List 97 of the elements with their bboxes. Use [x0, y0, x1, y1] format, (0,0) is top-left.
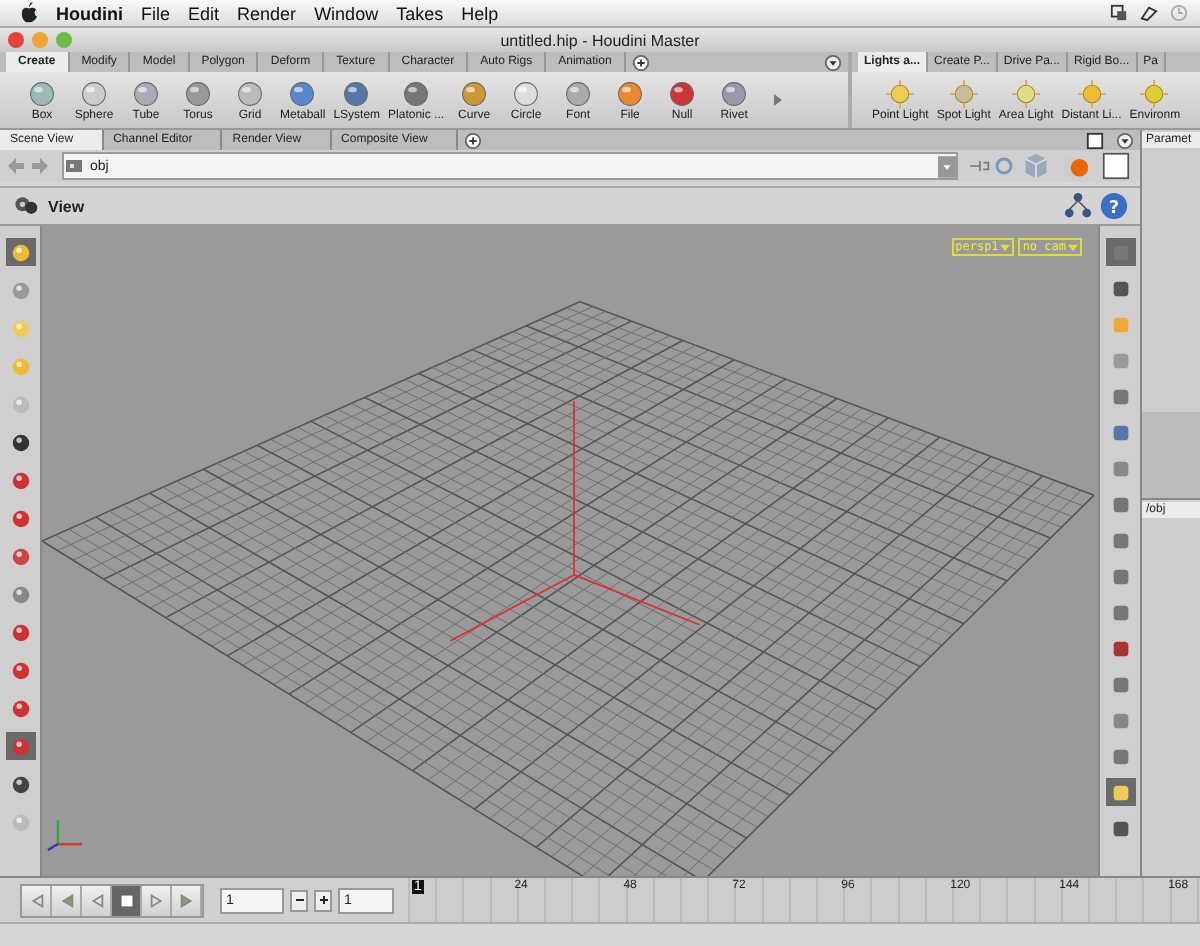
- menu-item[interactable]: Render: [237, 3, 297, 23]
- tool-icon: [1109, 709, 1131, 731]
- tool-icon: [1109, 313, 1131, 335]
- caret-icon: [1000, 243, 1011, 251]
- tool-icon: [9, 241, 31, 263]
- tool-icon: [9, 659, 31, 681]
- tool-icon: [1109, 601, 1131, 623]
- tool-icon: [184, 79, 212, 107]
- tool-icon: [9, 355, 31, 377]
- tool-icon: [9, 621, 31, 643]
- zoom-button[interactable]: [56, 32, 72, 48]
- playback-button[interactable]: [22, 885, 52, 915]
- tool-icon: [1109, 421, 1131, 443]
- menu-item[interactable]: Edit: [188, 3, 220, 23]
- tool-icon: [9, 811, 31, 833]
- dropdown-icon[interactable]: [824, 53, 842, 71]
- tool-icon: [9, 773, 31, 795]
- tool-icon: [720, 79, 749, 107]
- menu-item[interactable]: File: [141, 3, 171, 23]
- tool-icon: [9, 735, 31, 757]
- tool-icon: [9, 583, 31, 605]
- tool-icon: [9, 469, 31, 491]
- tool-icon: [1109, 565, 1131, 587]
- light-icon: [1077, 79, 1106, 107]
- dropdown-icon[interactable]: [1116, 131, 1134, 149]
- tool-button[interactable]: [5, 238, 35, 266]
- tool-icon: [460, 79, 489, 107]
- maximize-icon[interactable]: [1086, 131, 1104, 149]
- hierarchy-icon[interactable]: [1064, 192, 1092, 220]
- tool-icon: [9, 431, 31, 453]
- tool-icon: [1109, 457, 1131, 479]
- tool-icon: [132, 79, 160, 107]
- window-title: untitled.hip - Houdini Master: [500, 31, 700, 49]
- tool-icon: [9, 507, 31, 529]
- tool-icon: [1109, 817, 1131, 839]
- menu-item[interactable]: Window: [314, 3, 379, 23]
- light-icon: [1140, 79, 1169, 107]
- tool-icon: [668, 79, 697, 107]
- tool-button[interactable]: [1105, 238, 1135, 266]
- tool-icon: [402, 79, 431, 107]
- tool-icon: [564, 79, 593, 107]
- network-icon: [64, 156, 84, 176]
- tool-icon: [9, 393, 31, 415]
- tool-icon: [342, 79, 371, 107]
- view-title: View: [48, 197, 85, 215]
- tool-button[interactable]: [1105, 778, 1135, 806]
- caret-icon: [1068, 243, 1078, 251]
- tool-icon: [512, 79, 541, 107]
- light-icon: [949, 79, 978, 107]
- close-button[interactable]: [8, 32, 24, 48]
- tool-icon: [616, 79, 645, 107]
- tool-icon: [1109, 673, 1131, 695]
- decrement-button[interactable]: [290, 889, 308, 911]
- menu-item[interactable]: Takes: [396, 3, 444, 23]
- tool-icon: [1109, 241, 1131, 263]
- tool-icon: [9, 317, 31, 339]
- playback-button[interactable]: [172, 885, 202, 915]
- tool-button[interactable]: [5, 732, 35, 760]
- light-icon: [886, 79, 915, 107]
- menu-item[interactable]: Help: [461, 3, 499, 23]
- scroll-right-icon[interactable]: [772, 92, 785, 108]
- help-icon[interactable]: ?: [1100, 192, 1128, 220]
- minus-icon: [293, 894, 305, 906]
- add-tab-icon[interactable]: [463, 131, 482, 149]
- tool-icon: [9, 279, 31, 301]
- playback-button[interactable]: [52, 885, 82, 915]
- tool-icon: [1109, 349, 1131, 371]
- gears-icon[interactable]: [12, 192, 40, 220]
- tool-icon: [28, 79, 56, 107]
- tool-icon: [80, 79, 108, 107]
- playback-button[interactable]: [142, 885, 172, 915]
- clock-icon[interactable]: [1170, 4, 1188, 22]
- tool-icon: [1109, 637, 1131, 659]
- tool-icon: [288, 79, 317, 107]
- plus-icon: [317, 894, 329, 906]
- blank-swatch-icon[interactable]: [1102, 152, 1130, 180]
- playback-button[interactable]: [112, 885, 142, 915]
- light-icon: [1012, 79, 1041, 107]
- tool-icon: [1109, 493, 1131, 515]
- tool-icon: [9, 697, 31, 719]
- back-icon[interactable]: [6, 156, 26, 176]
- forward-icon[interactable]: [30, 156, 50, 176]
- tool-icon: [1109, 277, 1131, 299]
- add-tab-icon[interactable]: [631, 53, 650, 71]
- minimize-button[interactable]: [32, 32, 48, 48]
- tool-icon: [1109, 781, 1131, 803]
- axis-gnomon-icon: [46, 818, 84, 852]
- apple-logo-icon[interactable]: [20, 2, 38, 24]
- tool-icon: [1109, 385, 1131, 407]
- tool-icon: [236, 79, 264, 107]
- app-menu[interactable]: Houdini: [56, 3, 123, 23]
- playback-button[interactable]: [82, 885, 112, 915]
- cube-icon[interactable]: [1022, 152, 1050, 180]
- tool-icon: [9, 545, 31, 567]
- tool-icon: [1109, 745, 1131, 767]
- tool-icon: [1109, 529, 1131, 551]
- increment-button[interactable]: [314, 889, 332, 911]
